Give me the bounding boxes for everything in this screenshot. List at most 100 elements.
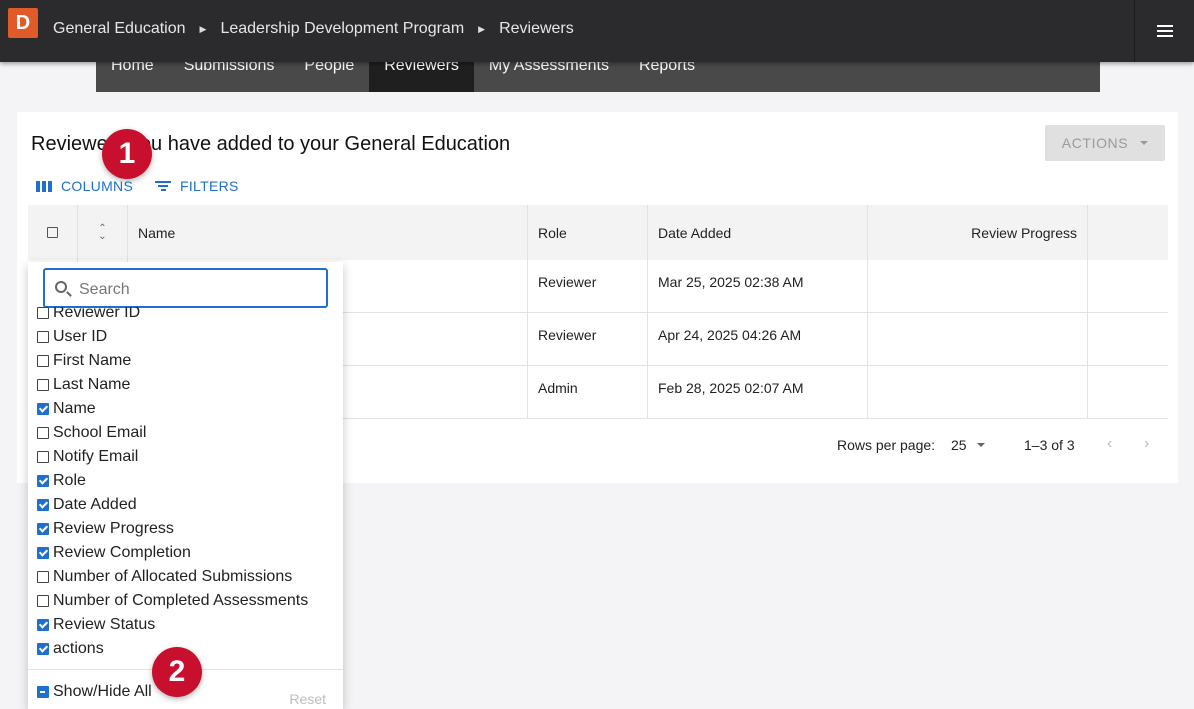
nav-reports[interactable]: Reports — [624, 58, 710, 92]
checkbox[interactable] — [37, 451, 49, 463]
select-all-checkbox[interactable] — [47, 227, 58, 238]
columns-panel: Search Reviewer ID User ID First Name La… — [28, 262, 343, 709]
column-option-label: User ID — [53, 328, 108, 345]
column-option-label: Name — [53, 400, 96, 417]
column-list: Reviewer ID User ID First Name Last Name… — [37, 307, 337, 670]
hamburger-menu-button[interactable] — [1134, 0, 1194, 62]
nav-submissions[interactable]: Submissions — [169, 58, 290, 92]
breadcrumb-item-program[interactable]: Leadership Development Program — [220, 20, 464, 38]
column-option-label: Number of Allocated Submissions — [53, 568, 293, 585]
rows-per-page-select[interactable]: 25 — [951, 437, 985, 453]
checkbox[interactable] — [37, 307, 49, 319]
header-role[interactable]: Role — [528, 205, 648, 260]
checkbox[interactable] — [37, 523, 49, 535]
column-option-label: Role — [53, 472, 86, 489]
search-placeholder: Search — [79, 281, 130, 298]
nav-people[interactable]: People — [289, 58, 369, 92]
caret-down-icon — [976, 443, 985, 447]
nav-home[interactable]: Home — [96, 58, 169, 92]
column-option-reviewer-id[interactable]: Reviewer ID — [37, 307, 140, 325]
column-option-first-name[interactable]: First Name — [37, 349, 131, 373]
checkbox[interactable] — [37, 379, 49, 391]
row-progress — [868, 366, 1088, 419]
checkbox[interactable] — [37, 499, 49, 511]
header-review-progress[interactable]: Review Progress — [868, 205, 1088, 260]
search-icon — [55, 281, 67, 293]
checkbox[interactable] — [37, 403, 49, 415]
header-date-added[interactable]: Date Added — [648, 205, 868, 260]
row-extra — [1088, 260, 1168, 313]
column-option-review-completion[interactable]: Review Completion — [37, 541, 191, 565]
column-option-label: Date Added — [53, 496, 137, 513]
row-role: Reviewer — [528, 313, 648, 366]
pagination-range: 1–3 of 3 — [1024, 437, 1075, 453]
nav-reviewers[interactable]: Reviewers — [369, 58, 474, 92]
breadcrumb-item-reviewers[interactable]: Reviewers — [499, 20, 574, 38]
app-logo[interactable]: D — [8, 8, 38, 38]
row-role: Admin — [528, 366, 648, 419]
checkbox[interactable] — [37, 643, 49, 655]
column-option-user-id[interactable]: User ID — [37, 325, 107, 349]
columns-icon — [36, 180, 52, 192]
caret-right-icon: ▶ — [478, 23, 486, 34]
column-option-completed-assessments[interactable]: Number of Completed Assessments — [37, 589, 308, 613]
nav-my-assessments[interactable]: My Assessments — [474, 58, 624, 92]
checkbox[interactable] — [37, 427, 49, 439]
header-name[interactable]: Name — [128, 205, 528, 260]
row-date: Mar 25, 2025 02:38 AM — [648, 260, 868, 313]
column-option-review-progress[interactable]: Review Progress — [37, 517, 174, 541]
columns-button[interactable]: COLUMNS — [36, 178, 133, 194]
column-option-label: Review Completion — [53, 544, 191, 561]
filters-label: FILTERS — [180, 178, 239, 194]
reset-button[interactable]: Reset — [289, 691, 326, 707]
column-option-name[interactable]: Name — [37, 397, 96, 421]
indeterminate-checkbox[interactable] — [37, 686, 49, 698]
checkbox[interactable] — [37, 475, 49, 487]
row-progress — [868, 260, 1088, 313]
row-role: Reviewer — [528, 260, 648, 313]
column-option-school-email[interactable]: School Email — [37, 421, 146, 445]
sort-icon: ⌃ ⌄ — [98, 222, 107, 242]
column-option-label: School Email — [53, 424, 147, 441]
breadcrumb-item-general-education[interactable]: General Education — [53, 20, 186, 38]
column-option-actions[interactable]: actions — [37, 637, 104, 661]
column-search-input[interactable]: Search — [43, 268, 328, 308]
show-hide-all-toggle[interactable]: Show/Hide All — [37, 680, 152, 704]
filter-icon — [155, 181, 171, 191]
column-option-label: Review Progress — [53, 520, 174, 537]
checkbox[interactable] — [37, 595, 49, 607]
checkbox[interactable] — [37, 619, 49, 631]
hamburger-icon — [1156, 25, 1173, 37]
filters-button[interactable]: FILTERS — [155, 178, 239, 194]
chevron-left-icon[interactable]: ‹ — [1107, 435, 1112, 453]
column-option-label: Number of Completed Assessments — [53, 592, 309, 609]
checkbox[interactable] — [37, 571, 49, 583]
sort-handle-header[interactable]: ⌃ ⌄ — [78, 205, 128, 260]
row-progress — [868, 313, 1088, 366]
column-option-label: First Name — [53, 352, 132, 369]
checkbox[interactable] — [37, 331, 49, 343]
select-all-cell[interactable] — [28, 205, 78, 260]
rows-per-page-label: Rows per page: — [837, 437, 936, 453]
row-extra — [1088, 313, 1168, 366]
row-extra — [1088, 366, 1168, 419]
caret-right-icon: ▶ — [199, 23, 207, 34]
caret-down-icon — [1140, 141, 1149, 145]
checkbox[interactable] — [37, 355, 49, 367]
rows-per-page-value: 25 — [951, 437, 967, 453]
actions-button[interactable]: ACTIONS — [1045, 125, 1165, 161]
row-date: Feb 28, 2025 02:07 AM — [648, 366, 868, 419]
column-option-last-name[interactable]: Last Name — [37, 373, 130, 397]
column-option-notify-email[interactable]: Notify Email — [37, 445, 138, 469]
column-option-allocated-submissions[interactable]: Number of Allocated Submissions — [37, 565, 292, 589]
checkbox[interactable] — [37, 547, 49, 559]
show-hide-all-label: Show/Hide All — [53, 683, 152, 700]
column-option-date-added[interactable]: Date Added — [37, 493, 137, 517]
column-option-review-status[interactable]: Review Status — [37, 613, 155, 637]
actions-label: ACTIONS — [1061, 135, 1129, 151]
header-extra — [1088, 205, 1168, 260]
main-nav: Home Submissions People Reviewers My Ass… — [96, 58, 1100, 92]
top-bar: D General Education ▶ Leadership Develop… — [0, 0, 1194, 62]
chevron-right-icon[interactable]: › — [1144, 435, 1149, 453]
column-option-role[interactable]: Role — [37, 469, 86, 493]
